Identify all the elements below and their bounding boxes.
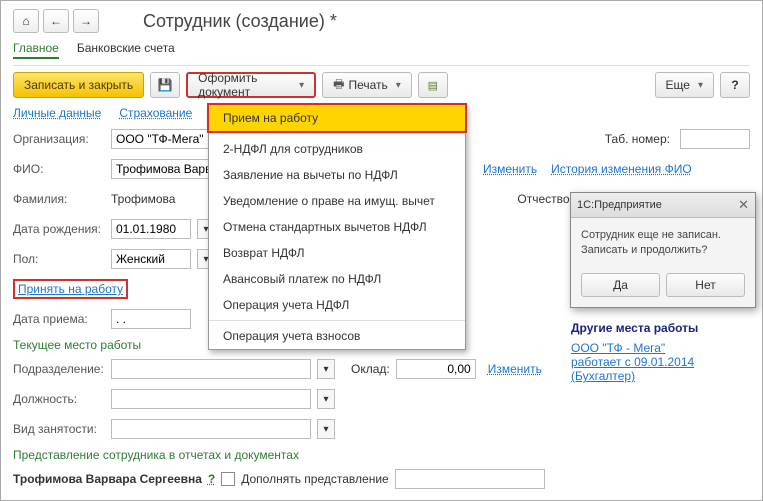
salary-input[interactable] <box>396 359 476 379</box>
attachments-button[interactable]: ▤ <box>418 72 448 98</box>
label-surname: Фамилия: <box>13 192 105 206</box>
representation-append-checkbox[interactable] <box>221 472 235 486</box>
label-salary: Оклад: <box>351 362 390 376</box>
menu-item-contribution-operation[interactable]: Операция учета взносов <box>209 323 465 349</box>
surname-value: Трофимова <box>111 192 175 206</box>
other-places-block: Другие места работы ООО "ТФ - Мега" рабо… <box>571 321 741 383</box>
label-patronymic: Отчество <box>517 192 569 206</box>
representation-name: Трофимова Варвара Сергеевна <box>13 472 202 486</box>
menu-item-cancel-std-deduction[interactable]: Отмена стандартных вычетов НДФЛ <box>209 214 465 240</box>
confirm-dialog: 1С:Предприятие ✕ Сотрудник еще не записа… <box>570 192 756 308</box>
menu-item-2ndfl[interactable]: 2-НДФЛ для сотрудников <box>209 136 465 162</box>
position-dropdown-icon[interactable]: ▾ <box>317 389 335 409</box>
forward-button[interactable]: → <box>73 9 99 33</box>
dept-dropdown-icon[interactable]: ▾ <box>317 359 335 379</box>
create-document-menu: Прием на работу 2-НДФЛ для сотрудников З… <box>208 104 466 350</box>
other-places-header: Другие места работы <box>571 321 741 335</box>
back-button[interactable]: ← <box>43 9 69 33</box>
help-button[interactable]: ? <box>720 72 750 98</box>
menu-item-deduction-application[interactable]: Заявление на вычеты по НДФЛ <box>209 162 465 188</box>
representation-append-input[interactable] <box>395 469 545 489</box>
home-button[interactable]: ⌂ <box>13 9 39 33</box>
fio-history-link[interactable]: История изменения ФИО <box>551 162 692 176</box>
representation-append-label: Дополнять представление <box>241 472 388 486</box>
dialog-title-text: 1С:Предприятие <box>577 199 662 211</box>
label-org: Организация: <box>13 132 105 146</box>
birth-input[interactable] <box>111 219 191 239</box>
representation-help-icon[interactable]: ? <box>208 472 215 486</box>
floppy-icon: 💾 <box>158 78 173 92</box>
tab-main[interactable]: Главное <box>13 39 59 59</box>
menu-item-advance-ndfl[interactable]: Авансовый платеж по НДФЛ <box>209 266 465 292</box>
label-sex: Пол: <box>13 252 105 266</box>
menu-item-ndfl-operation[interactable]: Операция учета НДФЛ <box>209 292 465 318</box>
position-input[interactable] <box>111 389 311 409</box>
dialog-line1: Сотрудник еще не записан. <box>581 228 745 243</box>
label-employment: Вид занятости: <box>13 422 105 436</box>
dialog-no-button[interactable]: Нет <box>666 273 745 297</box>
other-place-org-link[interactable]: ООО "ТФ - Мега" <box>571 341 665 355</box>
window-nav: ⌂ ← → Сотрудник (создание) * <box>13 9 750 33</box>
hire-link[interactable]: Принять на работу <box>18 282 123 296</box>
menu-item-ndfl-return[interactable]: Возврат НДФЛ <box>209 240 465 266</box>
more-dropdown[interactable]: Еще <box>655 72 714 98</box>
label-position: Должность: <box>13 392 105 406</box>
menu-item-property-deduction[interactable]: Уведомление о праве на имущ. вычет <box>209 188 465 214</box>
printer-icon: 🖶 <box>333 75 344 96</box>
print-dropdown[interactable]: 🖶Печать <box>322 72 412 98</box>
hire-date-input[interactable] <box>111 309 191 329</box>
dept-input[interactable] <box>111 359 311 379</box>
dialog-line2: Записать и продолжить? <box>581 243 745 258</box>
sex-input[interactable] <box>111 249 191 269</box>
employment-input[interactable] <box>111 419 311 439</box>
label-birth: Дата рождения: <box>13 222 105 236</box>
save-and-close-button[interactable]: Записать и закрыть <box>13 72 144 98</box>
label-fio: ФИО: <box>13 162 105 176</box>
label-hire-date: Дата приема: <box>13 312 105 326</box>
label-tabn: Таб. номер: <box>605 132 670 146</box>
tab-number-input[interactable] <box>680 129 750 149</box>
save-button[interactable]: 💾 <box>150 72 180 98</box>
dialog-yes-button[interactable]: Да <box>581 273 660 297</box>
menu-item-hire[interactable]: Прием на работу <box>207 103 467 133</box>
list-icon: ▤ <box>428 79 438 92</box>
tab-bank-accounts[interactable]: Банковские счета <box>77 39 175 59</box>
toolbar: Записать и закрыть 💾 Оформить документ 🖶… <box>13 72 750 98</box>
other-place-role-link[interactable]: (Бухгалтер) <box>571 369 635 383</box>
create-document-dropdown[interactable]: Оформить документ <box>186 72 316 98</box>
dialog-close-icon[interactable]: ✕ <box>738 197 749 213</box>
page-title: Сотрудник (создание) * <box>143 11 337 32</box>
subtab-insurance[interactable]: Страхование <box>119 106 192 120</box>
section-representation: Представление сотрудника в отчетах и док… <box>13 448 750 462</box>
other-place-since-link[interactable]: работает с 09.01.2014 <box>571 355 694 369</box>
change-link[interactable]: Изменить <box>483 162 537 176</box>
salary-change-link[interactable]: Изменить <box>488 362 542 376</box>
employment-dropdown-icon[interactable]: ▾ <box>317 419 335 439</box>
hire-link-box: Принять на работу <box>13 279 128 299</box>
label-dept: Подразделение: <box>13 362 105 376</box>
main-tabs: Главное Банковские счета <box>13 39 750 66</box>
subtab-personal[interactable]: Личные данные <box>13 106 101 120</box>
